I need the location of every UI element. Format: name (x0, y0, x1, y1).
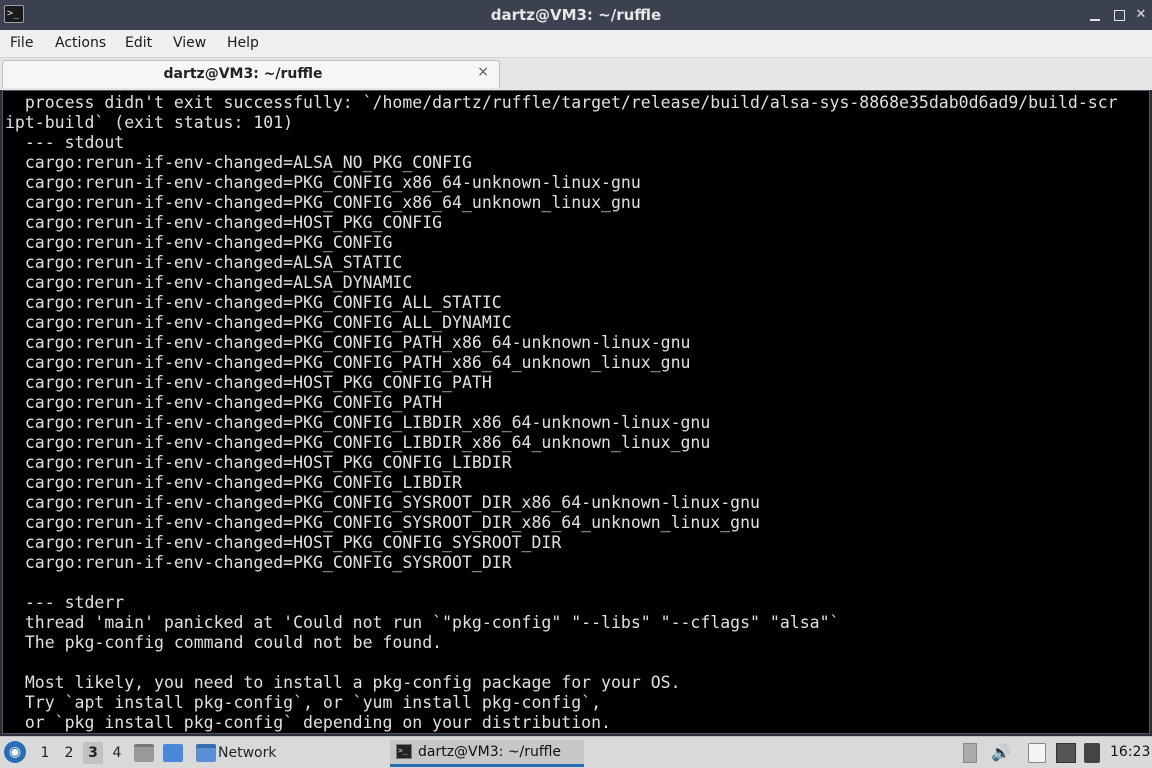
file-manager-icon[interactable] (134, 744, 154, 762)
window-titlebar[interactable]: >_ dartz@VM3: ~/ruffle ✕ (0, 0, 1152, 30)
terminal-line: ipt-build` (exit status: 101) (5, 113, 294, 132)
network-label: Network (218, 745, 277, 761)
folder-icon (196, 744, 216, 762)
terminal-line: cargo:rerun-if-env-changed=ALSA_DYNAMIC (5, 273, 413, 292)
terminal-line: process didn't exit successfully: `/home… (5, 93, 1118, 112)
terminal-line: cargo:rerun-if-env-changed=ALSA_NO_PKG_C… (5, 153, 472, 172)
volume-icon[interactable]: 🔊 (991, 743, 1011, 763)
clock[interactable]: 16:23 (1110, 744, 1150, 760)
tab-close-icon[interactable]: × (477, 64, 489, 80)
menu-file[interactable]: File (10, 35, 33, 51)
terminal-view[interactable]: process didn't exit successfully: `/home… (2, 90, 1150, 734)
terminal-output: process didn't exit successfully: `/home… (5, 93, 1118, 733)
terminal-line: cargo:rerun-if-env-changed=ALSA_STATIC (5, 253, 403, 272)
terminal-line: cargo:rerun-if-env-changed=PKG_CONFIG_SY… (5, 493, 760, 512)
network-folder-button[interactable]: Network (194, 741, 316, 765)
terminal-line: cargo:rerun-if-env-changed=PKG_CONFIG_LI… (5, 473, 462, 492)
minimize-icon[interactable] (1086, 6, 1104, 24)
task-label: dartz@VM3: ~/ruffle (418, 744, 562, 760)
terminal-line: cargo:rerun-if-env-changed=HOST_PKG_CONF… (5, 373, 492, 392)
terminal-line: Most likely, you need to install a pkg-c… (5, 673, 681, 692)
terminal-line: cargo:rerun-if-env-changed=PKG_CONFIG_SY… (5, 513, 760, 532)
tab-label: dartz@VM3: ~/ruffle (163, 66, 323, 82)
menu-edit[interactable]: Edit (125, 35, 152, 51)
maximize-icon[interactable] (1110, 6, 1128, 24)
terminal-line: cargo:rerun-if-env-changed=PKG_CONFIG_AL… (5, 293, 502, 312)
menu-actions[interactable]: Actions (55, 35, 106, 51)
workspace-3[interactable]: 3 (83, 742, 103, 764)
terminal-line: The pkg-config command could not be foun… (5, 633, 443, 652)
tab-bar: dartz@VM3: ~/ruffle × (0, 58, 1152, 90)
menu-bar: File Actions Edit View Help (0, 30, 1152, 58)
terminal-line: cargo:rerun-if-env-changed=PKG_CONFIG_PA… (5, 393, 443, 412)
battery-icon[interactable] (1084, 743, 1100, 763)
terminal-icon: >_ (396, 744, 412, 759)
terminal-line: cargo:rerun-if-env-changed=PKG_CONFIG_LI… (5, 433, 711, 452)
menu-view[interactable]: View (173, 35, 206, 51)
window-title: dartz@VM3: ~/ruffle (490, 6, 662, 24)
workspace-2[interactable]: 2 (59, 745, 79, 763)
terminal-line: cargo:rerun-if-env-changed=PKG_CONFIG_AL… (5, 313, 512, 332)
network-status-icon[interactable] (1056, 743, 1076, 763)
terminal-line: Try `apt install pkg-config`, or `yum in… (5, 693, 602, 712)
terminal-line: cargo:rerun-if-env-changed=PKG_CONFIG_LI… (5, 413, 711, 432)
terminal-line: cargo:rerun-if-env-changed=HOST_PKG_CONF… (5, 533, 562, 552)
terminal-line: thread 'main' panicked at 'Could not run… (5, 613, 840, 632)
clipboard-icon[interactable] (1028, 743, 1046, 763)
terminal-line: cargo:rerun-if-env-changed=HOST_PKG_CONF… (5, 213, 443, 232)
terminal-line: or `pkg install pkg-config` depending on… (5, 713, 611, 732)
terminal-line: cargo:rerun-if-env-changed=PKG_CONFIG_PA… (5, 353, 691, 372)
taskbar: ◉ 1 2 3 4 Network >_ dartz@VM3: ~/ruffle… (0, 736, 1152, 768)
terminal-line: cargo:rerun-if-env-changed=PKG_CONFIG_x8… (5, 173, 641, 192)
terminal-line: cargo:rerun-if-env-changed=PKG_CONFIG_SY… (5, 553, 512, 572)
terminal-line: --- stderr (5, 593, 125, 612)
show-desktop-icon[interactable] (163, 744, 183, 762)
terminal-line: cargo:rerun-if-env-changed=HOST_PKG_CONF… (5, 453, 512, 472)
workspace-1[interactable]: 1 (35, 745, 55, 763)
terminal-line: cargo:rerun-if-env-changed=PKG_CONFIG_PA… (5, 333, 691, 352)
terminal-line: cargo:rerun-if-env-changed=PKG_CONFIG_x8… (5, 193, 641, 212)
tray-expand-icon[interactable] (963, 743, 977, 763)
workspace-4[interactable]: 4 (107, 745, 127, 763)
close-icon[interactable]: ✕ (1132, 6, 1150, 24)
menu-help[interactable]: Help (227, 35, 259, 51)
terminal-line: cargo:rerun-if-env-changed=PKG_CONFIG (5, 233, 393, 252)
task-terminal[interactable]: >_ dartz@VM3: ~/ruffle (390, 740, 584, 767)
tab-terminal[interactable]: dartz@VM3: ~/ruffle × (2, 60, 500, 88)
start-menu-icon[interactable]: ◉ (4, 741, 26, 763)
terminal-line: --- stdout (5, 133, 125, 152)
